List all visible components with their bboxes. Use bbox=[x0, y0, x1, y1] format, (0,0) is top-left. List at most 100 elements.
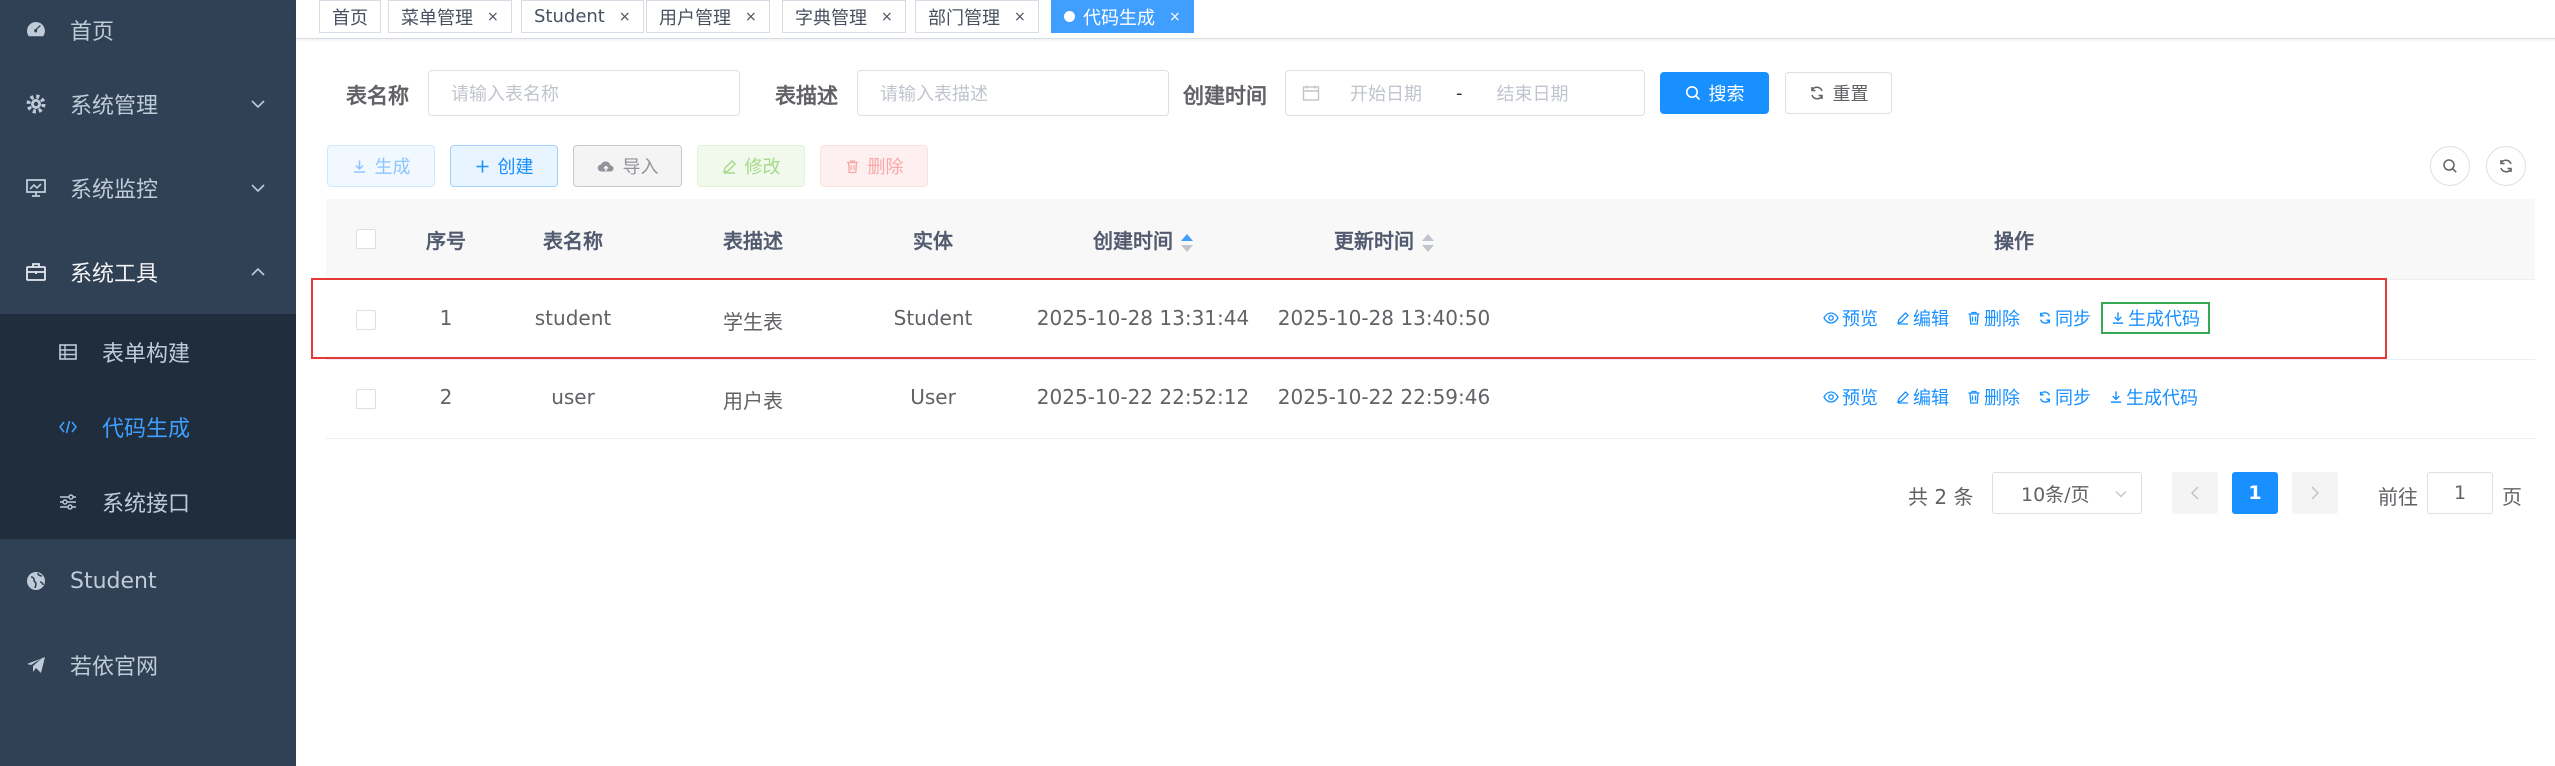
code-icon bbox=[56, 415, 80, 439]
table-icon bbox=[56, 340, 80, 364]
highlight-box bbox=[311, 278, 2387, 359]
sidebar-item-system-monitor[interactable]: 系统监控 bbox=[0, 146, 296, 230]
tag-menu-admin[interactable]: 菜单管理 × bbox=[388, 0, 512, 33]
table-name-input[interactable]: 请输入表名称 bbox=[428, 70, 740, 116]
delete-button[interactable]: 删除 bbox=[820, 145, 928, 187]
prev-page-button[interactable] bbox=[2172, 472, 2218, 514]
tag-label: 菜单管理 bbox=[401, 7, 473, 29]
sidebar-item-ruoyi-site[interactable]: 若依官网 bbox=[0, 623, 296, 707]
sync-link[interactable]: 同步 bbox=[2038, 381, 2091, 413]
sort-icon[interactable] bbox=[1422, 233, 1434, 253]
cell-update-time: 2025-10-22 22:59:46 bbox=[1277, 385, 1491, 409]
chevron-up-icon bbox=[251, 267, 265, 276]
tag-label: 代码生成 bbox=[1083, 7, 1155, 29]
gen-code-link[interactable]: 生成代码 bbox=[2109, 381, 2198, 413]
tag-code-gen[interactable]: 代码生成 × bbox=[1051, 0, 1194, 33]
plus-icon bbox=[476, 160, 488, 172]
delete-label: 删除 bbox=[1984, 388, 2020, 409]
close-icon[interactable]: × bbox=[881, 9, 893, 25]
edit-icon bbox=[1897, 391, 1909, 404]
sync-label: 同步 bbox=[2055, 388, 2091, 409]
import-button-label: 导入 bbox=[622, 157, 659, 178]
sidebar-item-label: 表单构建 bbox=[102, 341, 191, 367]
close-icon[interactable]: × bbox=[745, 9, 757, 25]
header-table-desc: 表描述 bbox=[723, 229, 783, 253]
sliders-icon bbox=[56, 490, 80, 514]
sidebar-item-student[interactable]: Student bbox=[0, 539, 296, 623]
page-number-current[interactable]: 1 bbox=[2232, 472, 2278, 514]
sidebar-item-system-api[interactable]: 系统接口 bbox=[0, 464, 296, 539]
header-create-time-label: 创建时间 bbox=[1093, 229, 1173, 253]
sidebar-item-label: 系统管理 bbox=[70, 94, 159, 119]
sidebar-item-form-builder[interactable]: 表单构建 bbox=[0, 314, 296, 389]
sort-icon[interactable] bbox=[1181, 233, 1193, 253]
header-table-name: 表名称 bbox=[543, 229, 603, 253]
cell-table-desc: 用户表 bbox=[723, 389, 783, 413]
download-icon bbox=[353, 160, 365, 173]
tag-student[interactable]: Student × bbox=[521, 0, 644, 33]
globe-icon bbox=[24, 569, 48, 593]
search-button-label: 搜索 bbox=[1708, 84, 1745, 105]
close-icon[interactable]: × bbox=[1014, 9, 1026, 25]
toggle-search-button[interactable] bbox=[2430, 146, 2470, 186]
delete-link[interactable]: 删除 bbox=[1967, 381, 2020, 413]
send-icon bbox=[24, 653, 48, 677]
tag-label: 部门管理 bbox=[928, 7, 1000, 29]
tag-home[interactable]: 首页 bbox=[319, 0, 381, 33]
sidebar-item-system-tools[interactable]: 系统工具 bbox=[0, 230, 296, 314]
select-all-checkbox[interactable] bbox=[356, 229, 376, 249]
create-button[interactable]: 创建 bbox=[450, 145, 558, 187]
reset-button[interactable]: 重置 bbox=[1785, 72, 1892, 114]
gen-code-label: 生成代码 bbox=[2126, 388, 2198, 409]
tag-dict-admin[interactable]: 字典管理 × bbox=[782, 0, 906, 33]
pagination-total: 共 2 条 bbox=[1908, 485, 1974, 509]
range-separator: - bbox=[1456, 82, 1463, 104]
cell-table-name: user bbox=[551, 385, 595, 409]
goto-page-input[interactable]: 1 bbox=[2427, 472, 2493, 514]
page-size-select[interactable]: 10条/页 bbox=[1992, 472, 2142, 514]
sidebar-item-home[interactable]: 首页 bbox=[0, 0, 296, 62]
search-icon bbox=[2443, 159, 2457, 173]
table-header: 序号 表名称 表描述 实体 创建时间 更新时间 操作 bbox=[326, 199, 2535, 280]
preview-link[interactable]: 预览 bbox=[1823, 381, 1878, 413]
active-dot-icon bbox=[1064, 11, 1075, 22]
goto-suffix: 页 bbox=[2502, 485, 2522, 509]
tag-user-admin[interactable]: 用户管理 × bbox=[646, 0, 770, 33]
sidebar-item-code-gen[interactable]: 代码生成 bbox=[0, 389, 296, 464]
row-checkbox[interactable] bbox=[356, 389, 376, 409]
refresh-button[interactable] bbox=[2486, 146, 2526, 186]
tag-dept-admin[interactable]: 部门管理 × bbox=[915, 0, 1039, 33]
toolbox-icon bbox=[24, 260, 48, 284]
gear-icon bbox=[24, 92, 48, 116]
close-icon[interactable]: × bbox=[619, 9, 631, 25]
close-icon[interactable]: × bbox=[1169, 9, 1181, 25]
end-date-placeholder: 结束日期 bbox=[1496, 84, 1569, 105]
generate-button[interactable]: 生成 bbox=[327, 145, 435, 187]
sidebar: 首页 系统管理 系统监控 系统工具 表单构建 代码生成 系统接口 Student… bbox=[0, 0, 296, 766]
tags-view: 首页 菜单管理 × Student × 用户管理 × 字典管理 × 部门管理 ×… bbox=[296, 0, 2555, 39]
table-desc-input[interactable]: 请输入表描述 bbox=[857, 70, 1169, 116]
header-index: 序号 bbox=[426, 229, 466, 253]
header-update-time[interactable]: 更新时间 bbox=[1334, 225, 1434, 254]
tag-label: 字典管理 bbox=[795, 7, 867, 29]
create-time-label: 创建时间 bbox=[1183, 84, 1267, 108]
table-name-label: 表名称 bbox=[346, 84, 409, 108]
refresh-icon bbox=[2039, 391, 2051, 403]
chevron-left-icon bbox=[2190, 486, 2199, 500]
sidebar-item-system-admin[interactable]: 系统管理 bbox=[0, 62, 296, 146]
import-button[interactable]: 导入 bbox=[573, 145, 682, 187]
header-update-time-label: 更新时间 bbox=[1334, 229, 1414, 253]
start-date-placeholder: 开始日期 bbox=[1350, 84, 1422, 105]
edit-link[interactable]: 编辑 bbox=[1896, 381, 1949, 413]
table-desc-label: 表描述 bbox=[775, 84, 838, 108]
search-button[interactable]: 搜索 bbox=[1660, 72, 1769, 114]
close-icon[interactable]: × bbox=[487, 9, 499, 25]
edit-button-label: 修改 bbox=[744, 157, 781, 178]
header-create-time[interactable]: 创建时间 bbox=[1093, 225, 1193, 254]
cloud-upload-icon bbox=[597, 160, 613, 172]
edit-label: 编辑 bbox=[1913, 388, 1949, 409]
next-page-button[interactable] bbox=[2292, 472, 2338, 514]
edit-button[interactable]: 修改 bbox=[697, 145, 805, 187]
chevron-right-icon bbox=[2311, 486, 2320, 500]
date-range-picker[interactable]: 开始日期 - 结束日期 bbox=[1285, 70, 1645, 116]
